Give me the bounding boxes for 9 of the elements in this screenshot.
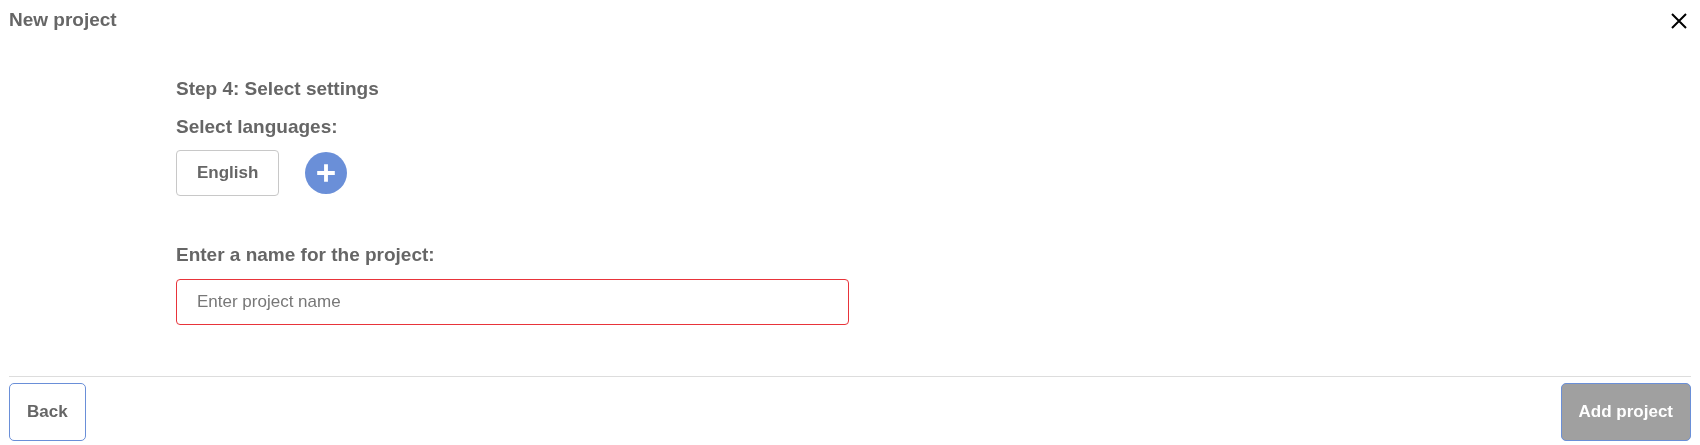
close-icon[interactable]	[1670, 11, 1688, 30]
add-language-icon[interactable]	[305, 152, 348, 194]
language-chip[interactable]: English	[176, 150, 280, 196]
languages-label: Select languages:	[176, 115, 339, 139]
name-label: Enter a name for the project:	[176, 243, 436, 267]
back-button[interactable]: Back	[9, 383, 86, 441]
step-heading: Step 4: Select settings	[176, 77, 380, 101]
dialog-title: New project	[9, 8, 117, 33]
project-name-field[interactable]: Enter project name	[176, 279, 849, 325]
